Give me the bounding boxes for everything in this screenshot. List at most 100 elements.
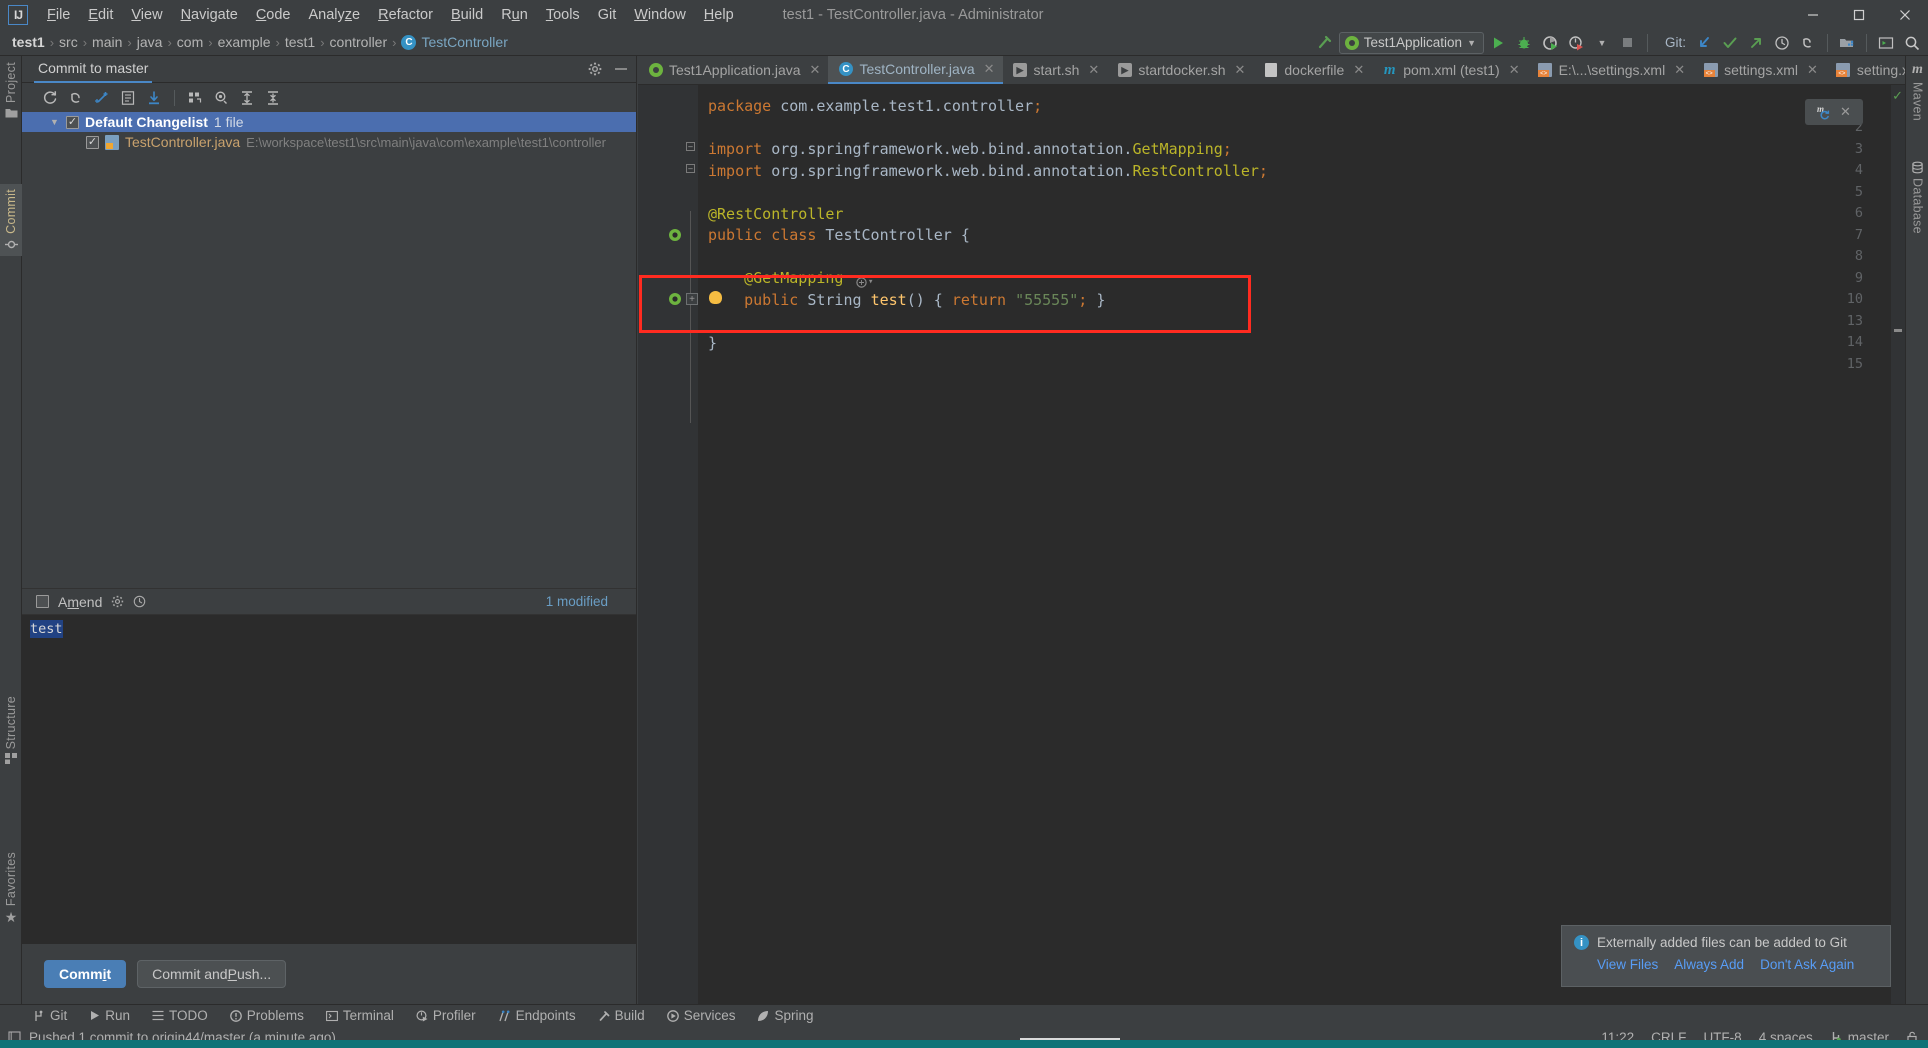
stripe-button-maven[interactable]: m Maven (1906, 62, 1928, 121)
commit-button[interactable]: Comm i t (44, 960, 127, 988)
editor-gutter[interactable] (638, 85, 698, 1004)
build-hammer-icon[interactable] (1313, 31, 1337, 54)
close-icon[interactable]: ✕ (1088, 62, 1099, 78)
tool-button-spring[interactable]: Spring (746, 1005, 824, 1027)
breadcrumb-item-3[interactable]: java (134, 32, 166, 52)
file-checkbox[interactable]: ✓ (86, 135, 99, 149)
menu-view[interactable]: View (122, 3, 171, 27)
breadcrumb-item-6[interactable]: test1 (282, 32, 318, 52)
tool-button-terminal[interactable]: Terminal (315, 1005, 405, 1027)
maven-reimport-widget[interactable]: m ✕ (1805, 99, 1863, 125)
close-icon[interactable]: ✕ (1234, 62, 1245, 78)
notification-balloon[interactable]: i Externally added files can be added to… (1561, 925, 1891, 987)
git-history-button[interactable] (1770, 31, 1794, 54)
spring-bean-gutter-icon[interactable] (668, 228, 684, 244)
editor-tab-test1application[interactable]: Test1Application.java ✕ (638, 56, 828, 84)
menu-tools[interactable]: Tools (537, 3, 589, 27)
menu-analyze[interactable]: Analyze (300, 3, 370, 27)
menu-run[interactable]: Run (492, 3, 537, 27)
close-icon[interactable]: ✕ (810, 62, 821, 78)
editor-tab-start-sh[interactable]: ▶ start.sh ✕ (1003, 56, 1108, 84)
stripe-button-favorites[interactable]: Favorites ★ (0, 852, 22, 924)
close-icon[interactable]: ✕ (984, 61, 995, 77)
amend-checkbox[interactable] (36, 595, 49, 608)
project-structure-button[interactable] (1835, 31, 1859, 54)
always-add-link[interactable]: Always Add (1674, 957, 1744, 972)
close-icon[interactable]: ✕ (1840, 104, 1851, 120)
menu-code[interactable]: Code (247, 3, 300, 27)
gutter-navigate-icon[interactable]: ▾ (856, 272, 873, 294)
menu-build[interactable]: Build (442, 3, 492, 27)
stripe-button-project[interactable]: Project (0, 62, 22, 119)
menu-window[interactable]: Window (625, 3, 695, 27)
git-push-button[interactable] (1744, 31, 1768, 54)
menu-help[interactable]: Help (695, 3, 743, 27)
tool-button-build[interactable]: Build (587, 1005, 656, 1027)
close-icon[interactable]: ✕ (1353, 62, 1364, 78)
search-everywhere-button[interactable] (1900, 31, 1924, 54)
tool-button-problems[interactable]: Problems (219, 1005, 315, 1027)
changed-file-row[interactable]: ✓ TestController.java E:\workspace\test1… (22, 132, 636, 152)
close-icon[interactable]: ✕ (1807, 62, 1818, 78)
fold-collapse-icon[interactable]: – (686, 164, 695, 173)
git-update-button[interactable] (1692, 31, 1716, 54)
fold-collapse-icon[interactable]: – (686, 142, 695, 151)
maximize-button[interactable] (1836, 0, 1882, 29)
breadcrumb-item-0[interactable]: test1 (9, 32, 48, 52)
marker-stripe[interactable] (1894, 329, 1902, 332)
commit-message-history-icon[interactable] (133, 595, 146, 608)
tool-button-git[interactable]: Git (22, 1005, 78, 1027)
breadcrumb-item-1[interactable]: src (56, 32, 81, 52)
group-by-icon[interactable] (183, 87, 207, 109)
editor-tab-startdocker-sh[interactable]: ▶ startdocker.sh ✕ (1107, 56, 1253, 84)
stripe-button-database[interactable]: Database (1906, 161, 1928, 234)
show-diff-icon[interactable] (116, 87, 140, 109)
run-button[interactable] (1486, 31, 1510, 54)
marker-gutter[interactable]: ✓ (1891, 85, 1905, 1004)
run-coverage-button[interactable] (1538, 31, 1562, 54)
hide-window-icon[interactable] (614, 62, 628, 76)
menu-git[interactable]: Git (589, 3, 626, 27)
stripe-button-commit[interactable]: Commit (0, 184, 22, 256)
fold-expand-icon[interactable]: + (686, 293, 698, 305)
maven-reimport-icon[interactable]: m (1817, 104, 1834, 121)
editor-tab-dockerfile[interactable]: dockerfile ✕ (1253, 56, 1372, 84)
chevron-down-icon[interactable]: ▼ (1590, 31, 1614, 54)
stripe-button-structure[interactable]: Structure (0, 696, 22, 765)
chevron-down-icon[interactable]: ▼ (50, 117, 60, 127)
editor-tab-settings-xml-full[interactable]: E:\...\settings.xml ✕ (1528, 56, 1694, 84)
close-icon[interactable]: ✕ (1674, 62, 1685, 78)
tool-button-profiler[interactable]: Profiler (405, 1005, 487, 1027)
preview-diff-icon[interactable] (209, 87, 233, 109)
editor-tab-settings-xml[interactable]: settings.xml ✕ (1693, 56, 1826, 84)
changelist-row[interactable]: ▼ ✓ Default Changelist 1 file (22, 112, 636, 132)
run-configuration-selector[interactable]: Test1Application ▼ (1338, 31, 1484, 54)
tool-button-todo[interactable]: TODO (141, 1005, 219, 1027)
editor-tab-setting-xml[interactable]: setting.xml ✕ (1826, 56, 1905, 84)
dont-ask-again-link[interactable]: Don't Ask Again (1760, 957, 1854, 972)
commit-tab-title[interactable]: Commit to master (34, 56, 153, 83)
git-commit-button[interactable] (1718, 31, 1742, 54)
refresh-changes-icon[interactable] (38, 87, 62, 109)
tool-button-services[interactable]: Services (656, 1005, 747, 1027)
tool-button-run[interactable]: Run (78, 1005, 141, 1027)
rollback-icon[interactable] (64, 87, 88, 109)
spring-request-mapping-gutter-icon[interactable] (668, 292, 684, 308)
editor-body[interactable]: 1 2 3 4 5 6 7 8 9 10 13 14 15 – – + pack… (638, 85, 1905, 1004)
commit-and-push-button[interactable]: Commit and Push... (137, 960, 287, 988)
menu-file[interactable]: File (38, 3, 79, 27)
commit-message-input[interactable]: test (22, 614, 636, 944)
shelve-silently-icon[interactable] (90, 87, 114, 109)
editor-tab-testcontroller[interactable]: C TestController.java ✕ (828, 56, 1003, 84)
tool-button-endpoints[interactable]: Endpoints (487, 1005, 587, 1027)
commit-options-gear-icon[interactable] (111, 595, 124, 608)
breadcrumb-item-2[interactable]: main (89, 32, 125, 52)
breadcrumb-item-7[interactable]: controller (327, 32, 391, 52)
breadcrumb-item-class[interactable]: C TestController (398, 32, 510, 52)
debug-button[interactable] (1512, 31, 1536, 54)
close-icon[interactable]: ✕ (1509, 62, 1520, 78)
terminal-button[interactable] (1874, 31, 1898, 54)
expand-all-icon[interactable] (235, 87, 259, 109)
git-rollback-button[interactable] (1796, 31, 1820, 54)
editor-tab-pom-xml[interactable]: m pom.xml (test1) ✕ (1372, 56, 1527, 84)
